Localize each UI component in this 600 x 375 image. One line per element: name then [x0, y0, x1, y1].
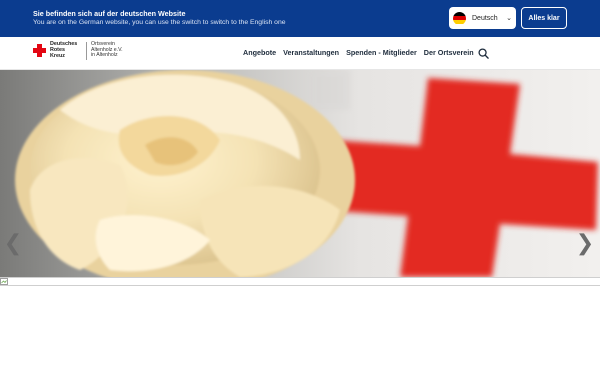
banner-subtitle: You are on the German website, you can u…	[33, 19, 286, 26]
germany-flag-icon	[453, 11, 466, 25]
hero-image	[0, 70, 600, 277]
red-cross-icon	[33, 44, 46, 57]
language-banner: Sie befinden sich auf der deutschen Webs…	[0, 0, 600, 37]
logo-name: Deutsches Rotes Kreuz	[50, 41, 78, 59]
nav-item-der-ortsverein[interactable]: Der Ortsverein	[424, 48, 474, 57]
nav-item-angebote[interactable]: Angebote	[243, 48, 276, 57]
broken-image-icon	[0, 278, 8, 285]
content-divider	[0, 277, 600, 286]
language-select[interactable]: Deutsch ⌄	[449, 7, 516, 29]
logo-divider	[86, 42, 87, 60]
nav-item-veranstaltungen[interactable]: Veranstaltungen	[283, 48, 339, 57]
chevron-down-icon: ⌄	[506, 15, 512, 22]
hero-slider: ❮ ❯	[0, 70, 600, 277]
language-select-value: Deutsch	[472, 14, 498, 22]
logo[interactable]: Deutsches Rotes Kreuz Ortsverein Altenho…	[33, 41, 123, 60]
chevron-right-icon[interactable]: ❯	[575, 230, 595, 256]
main-nav: Angebote Veranstaltungen Spenden - Mitgl…	[243, 48, 481, 57]
search-icon[interactable]	[478, 48, 489, 59]
chevron-left-icon[interactable]: ❮	[3, 230, 23, 256]
nav-item-spenden-mitglieder[interactable]: Spenden - Mitglieder	[346, 48, 417, 57]
accept-button[interactable]: Alles klar	[521, 7, 567, 29]
site-header: Deutsches Rotes Kreuz Ortsverein Altenho…	[0, 37, 600, 70]
logo-org-name: Ortsverein Altenholz e.V. in Altenholz	[91, 41, 123, 59]
banner-title: Sie befinden sich auf der deutschen Webs…	[33, 9, 186, 18]
